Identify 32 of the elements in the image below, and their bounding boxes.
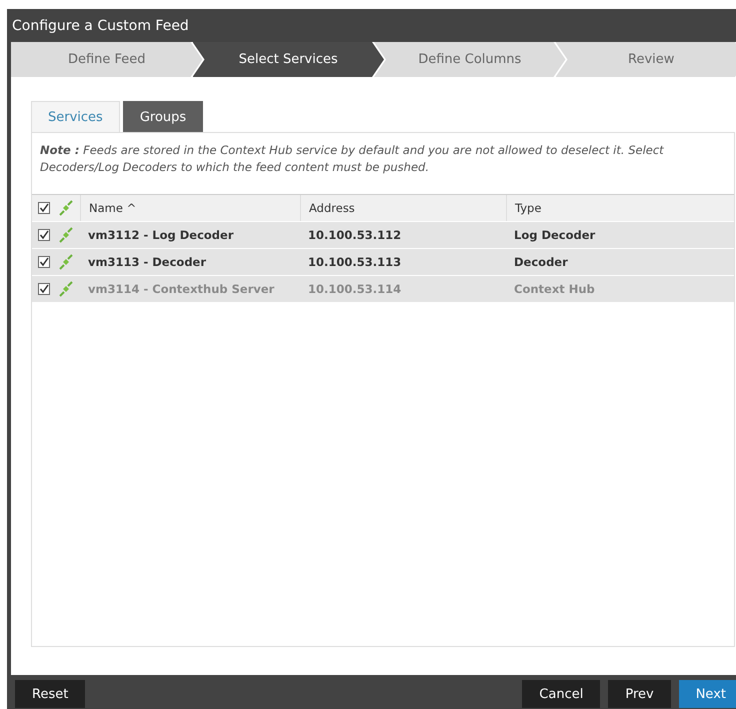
table-cell-text: vm3114 - Contexthub Server xyxy=(87,282,276,296)
checked-checkbox[interactable] xyxy=(38,256,50,268)
plug-icon xyxy=(58,254,74,270)
table-row[interactable]: vm3112 - Log Decoder 10.100.53.112 Log Decoder xyxy=(32,222,734,249)
plug-icon xyxy=(58,227,74,243)
footer-button[interactable]: Prev xyxy=(608,680,671,708)
footer-button[interactable]: Cancel xyxy=(522,680,600,708)
footer-button[interactable]: Next xyxy=(678,680,736,708)
table-cell-text: 10.100.53.113 xyxy=(307,255,402,269)
table-cell-text: Decoder xyxy=(513,255,569,269)
table-cell-text: Context Hub xyxy=(513,282,596,296)
window-title: Configure a Custom Feed xyxy=(11,16,190,36)
table-row[interactable]: vm3113 - Decoder 10.100.53.113 Decoder xyxy=(32,249,734,276)
checked-checkbox[interactable] xyxy=(38,229,50,241)
table-cell-text: vm3113 - Decoder xyxy=(87,255,208,269)
wizard-step[interactable]: Define Feed xyxy=(11,42,202,77)
table-cell-text: Log Decoder xyxy=(513,228,596,242)
plug-icon xyxy=(58,200,74,216)
wizard-step[interactable]: Define Columns xyxy=(374,42,566,77)
checked-checkbox[interactable] xyxy=(38,202,50,214)
plug-icon xyxy=(58,281,74,297)
table-cell-text: 10.100.53.114 xyxy=(307,282,402,296)
tab[interactable]: Groups xyxy=(122,101,204,132)
reset-button[interactable]: Reset xyxy=(15,680,86,708)
table-cell-text: 10.100.53.112 xyxy=(307,228,402,242)
tab[interactable]: Services xyxy=(31,101,120,132)
table-cell-text: vm3112 - Log Decoder xyxy=(87,228,234,242)
column-header[interactable]: Type xyxy=(506,195,734,221)
column-header[interactable]: Address xyxy=(300,195,506,221)
wizard-step[interactable]: Select Services xyxy=(192,42,384,77)
wizard-step[interactable]: Review xyxy=(556,42,736,77)
column-header[interactable]: Name ^ xyxy=(80,195,300,221)
